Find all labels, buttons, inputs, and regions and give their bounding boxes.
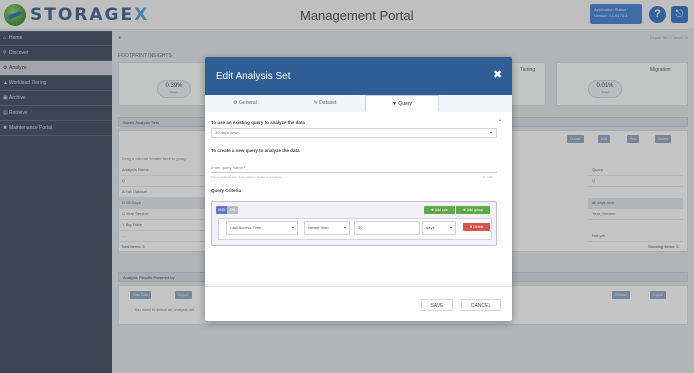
use-existing-label: To use an existing query to analyze the … [211,120,305,125]
tab-query[interactable]: ▼ Query [365,95,439,112]
existing-query-select[interactable]: 30 days new ▾ [211,128,497,138]
close-icon[interactable]: ✖ [493,68,502,81]
edit-analysis-set-dialog: Edit Analysis Set ✖ ⚙ General ✎ Dataset … [205,57,512,321]
chevron-down-icon: ▾ [449,225,452,230]
tab-general[interactable]: ⚙ General [205,95,285,112]
query-name-hint: This is optional only if you want to cre… [211,175,283,179]
rule-value-input[interactable]: 30 [354,221,420,235]
filter-icon: ▼ [392,101,397,107]
or-toggle[interactable]: OR [227,206,238,214]
delete-rule-button[interactable]: ✖ Delete [463,223,490,231]
add-rule-button[interactable]: ✚ Add rule [424,206,455,214]
gear-icon: ⚙ [233,100,238,106]
and-toggle[interactable]: AND [216,206,227,214]
rule-unit-select[interactable]: days ▾ [422,221,456,235]
save-button[interactable]: SAVE [421,299,453,311]
chevron-down-icon: ▾ [343,225,346,230]
pencil-icon: ✎ [313,100,318,106]
rule-field-select[interactable]: Last Access Time ▾ [226,221,298,235]
dialog-title: Edit Analysis Set [216,71,291,82]
rule-operator-select[interactable]: Newer than ▾ [304,221,350,235]
chevron-down-icon: ▾ [489,130,492,135]
query-name-input[interactable]: Enter query name * [211,163,497,173]
scroll-up-icon[interactable]: ▴ [499,117,501,122]
add-group-button[interactable]: ✚ Add group [456,206,490,214]
dialog-header: Edit Analysis Set ✖ [205,57,512,95]
query-name-counter: 0 / 200 [483,175,493,179]
query-criteria-label: Query Criteria [211,188,242,193]
cancel-button[interactable]: CANCEL [461,299,501,311]
chevron-down-icon: ▾ [291,225,294,230]
dialog-footer-divider [205,286,512,287]
create-new-label: To create a new query to analyze the dat… [211,148,300,153]
tab-dataset[interactable]: ✎ Dataset [285,95,365,112]
